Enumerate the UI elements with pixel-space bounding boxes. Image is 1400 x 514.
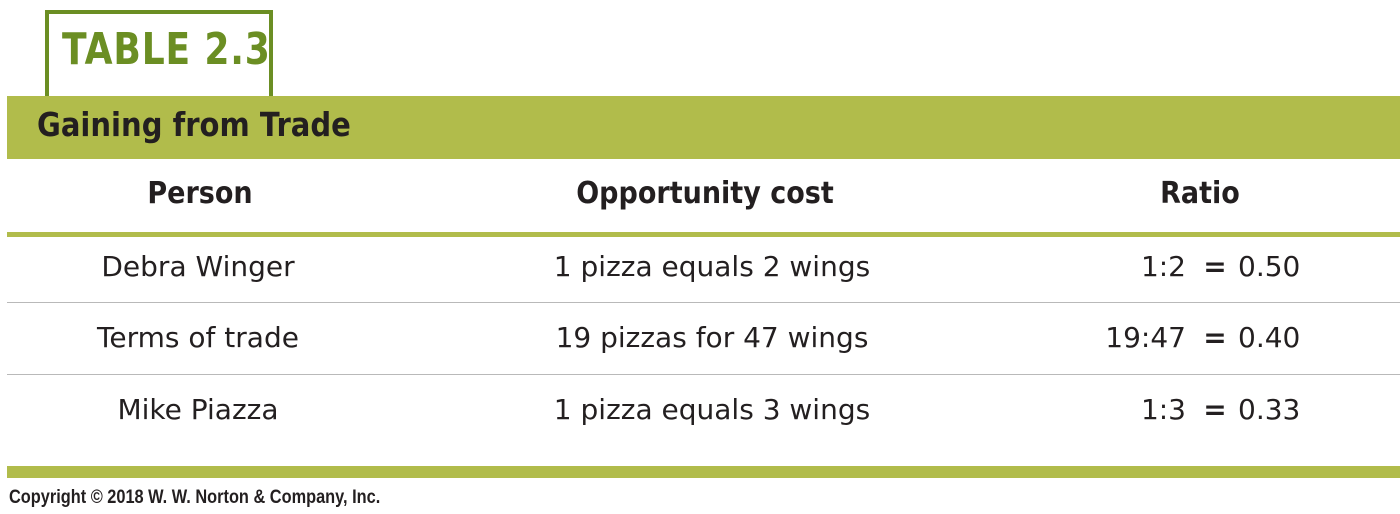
column-header-person: Person — [147, 176, 253, 211]
row-3-opportunity-cost: 1 pizza equals 3 wings — [553, 393, 871, 426]
column-header-opportunity-cost: Opportunity cost — [576, 176, 834, 211]
row-1-ratio: 1:2 — [1140, 250, 1186, 283]
row-2-value: 0.40 — [1238, 321, 1301, 354]
row-3-ratio: 1:3 — [1140, 393, 1186, 426]
row-2-person: Terms of trade — [97, 321, 299, 354]
row-2-equals: = — [1203, 321, 1227, 354]
header-divider — [7, 232, 1400, 237]
row-2-ratio: 19:47 — [1105, 321, 1186, 354]
table-title: Gaining from Trade — [37, 105, 351, 144]
copyright-notice: Copyright © 2018 W. W. Norton & Company,… — [9, 487, 381, 508]
row-1-opportunity-cost: 1 pizza equals 2 wings — [553, 250, 871, 283]
row-divider — [7, 302, 1400, 303]
row-3-equals: = — [1203, 393, 1227, 426]
row-1-person: Debra Winger — [101, 250, 295, 283]
row-1-value: 0.50 — [1238, 250, 1301, 283]
bottom-divider — [7, 466, 1400, 478]
row-2-opportunity-cost: 19 pizzas for 47 wings — [555, 321, 869, 354]
table-label: TABLE 2.3 — [62, 24, 271, 75]
row-3-value: 0.33 — [1238, 393, 1301, 426]
row-3-person: Mike Piazza — [117, 393, 279, 426]
row-divider — [7, 374, 1400, 375]
row-1-equals: = — [1203, 250, 1227, 283]
column-header-ratio: Ratio — [1160, 176, 1240, 211]
